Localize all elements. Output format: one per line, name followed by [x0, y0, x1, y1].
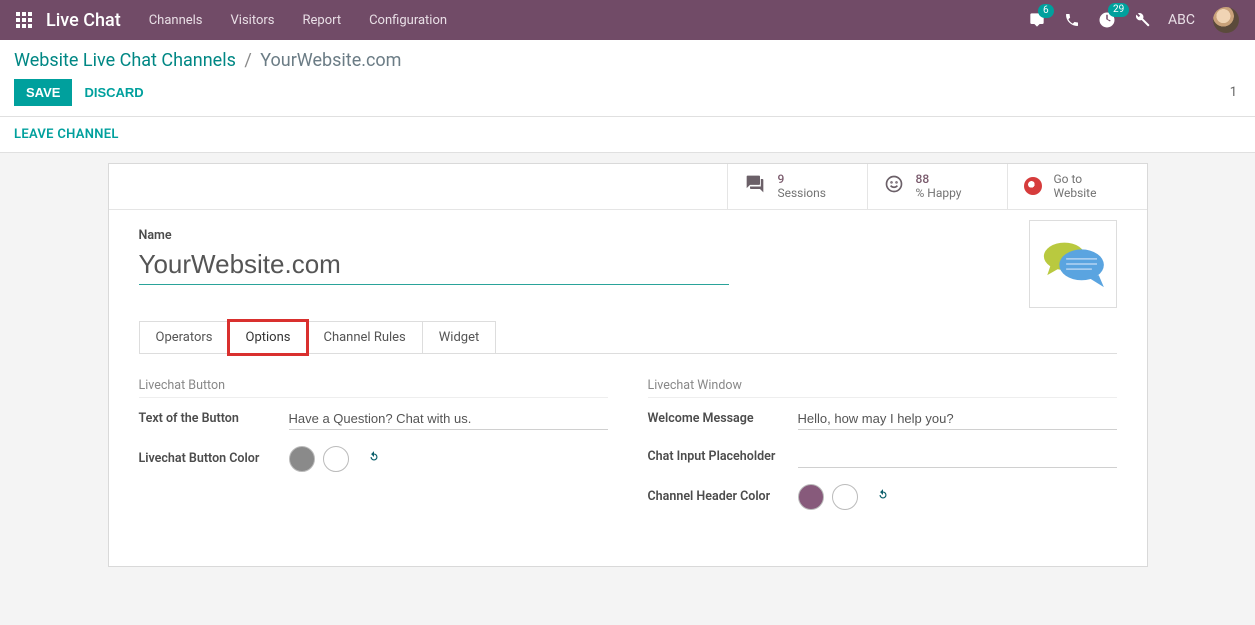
breadcrumb-root[interactable]: Website Live Chat Channels: [14, 50, 236, 71]
options-right-col: Livechat Window Welcome Message Chat Inp…: [648, 378, 1117, 526]
button-color-swatch-2[interactable]: [323, 446, 349, 472]
messages-badge: 6: [1038, 4, 1054, 18]
phone-icon[interactable]: [1064, 12, 1080, 28]
tab-operators[interactable]: Operators: [139, 321, 230, 354]
options-left-col: Livechat Button Text of the Button Livec…: [139, 378, 608, 526]
smile-icon: [884, 174, 904, 198]
header-color-swatch-2[interactable]: [832, 484, 858, 510]
stat-sessions-value: 9: [778, 172, 826, 186]
topbar: Live Chat Channels Visitors Report Confi…: [0, 0, 1255, 40]
debug-icon[interactable]: [1134, 12, 1150, 28]
header-color-reset-icon[interactable]: [876, 488, 890, 506]
record-counter: 1: [1230, 85, 1241, 100]
header-color-swatch-1[interactable]: [798, 484, 824, 510]
stat-happy-label: % Happy: [916, 186, 962, 200]
tab-widget[interactable]: Widget: [422, 321, 496, 354]
stat-row: 9 Sessions 88 % Happy Go to Website: [109, 164, 1147, 210]
stat-sessions[interactable]: 9 Sessions: [727, 164, 867, 209]
button-color-swatch-1[interactable]: [289, 446, 315, 472]
nav-configuration[interactable]: Configuration: [369, 13, 447, 28]
section-livechat-button: Livechat Button: [139, 378, 608, 398]
button-text-label: Text of the Button: [139, 411, 289, 426]
breadcrumb: Website Live Chat Channels / YourWebsite…: [14, 50, 1241, 71]
avatar[interactable]: [1213, 7, 1239, 33]
stat-happy[interactable]: 88 % Happy: [867, 164, 1007, 209]
button-text-input[interactable]: [289, 408, 608, 430]
nav-report[interactable]: Report: [303, 13, 342, 28]
save-button[interactable]: SAVE: [14, 79, 72, 106]
discard-button[interactable]: DISCARD: [72, 79, 155, 106]
stat-happy-value: 88: [916, 172, 962, 186]
section-livechat-window: Livechat Window: [648, 378, 1117, 398]
apps-icon[interactable]: [16, 12, 32, 28]
button-color-reset-icon[interactable]: [367, 450, 381, 468]
nav-menu: Channels Visitors Report Configuration: [149, 13, 447, 28]
nav-visitors[interactable]: Visitors: [231, 13, 275, 28]
placeholder-input[interactable]: [798, 446, 1117, 468]
welcome-input[interactable]: [798, 408, 1117, 430]
nav-channels[interactable]: Channels: [149, 13, 203, 28]
header-color-label: Channel Header Color: [648, 489, 798, 504]
button-color-label: Livechat Button Color: [139, 451, 289, 466]
stat-website[interactable]: Go to Website: [1007, 164, 1147, 209]
leave-channel-button[interactable]: LEAVE CHANNEL: [14, 127, 119, 142]
form-sheet: 9 Sessions 88 % Happy Go to Website: [108, 163, 1148, 567]
placeholder-label: Chat Input Placeholder: [648, 449, 798, 464]
tab-channel-rules[interactable]: Channel Rules: [306, 321, 422, 354]
activities-badge: 29: [1108, 3, 1129, 17]
breadcrumb-current: YourWebsite.com: [260, 50, 401, 71]
name-label: Name: [139, 228, 1117, 243]
activities-icon[interactable]: 29: [1098, 11, 1116, 29]
breadcrumb-sep: /: [244, 50, 251, 71]
globe-icon: [1024, 177, 1042, 195]
name-input[interactable]: [139, 247, 729, 285]
messages-icon[interactable]: 6: [1028, 12, 1046, 28]
stat-sessions-label: Sessions: [778, 186, 826, 200]
app-brand[interactable]: Live Chat: [46, 10, 121, 31]
comments-icon: [744, 174, 766, 198]
control-bar: Website Live Chat Channels / YourWebsite…: [0, 40, 1255, 117]
channel-image[interactable]: [1029, 220, 1117, 308]
user-menu[interactable]: ABC: [1168, 12, 1195, 28]
tabs: Operators Options Channel Rules Widget: [139, 321, 1117, 354]
stat-website-line1: Go to: [1054, 172, 1097, 186]
tab-options[interactable]: Options: [229, 321, 308, 354]
stat-website-line2: Website: [1054, 186, 1097, 200]
welcome-label: Welcome Message: [648, 411, 798, 426]
secondary-bar: LEAVE CHANNEL: [0, 117, 1255, 153]
